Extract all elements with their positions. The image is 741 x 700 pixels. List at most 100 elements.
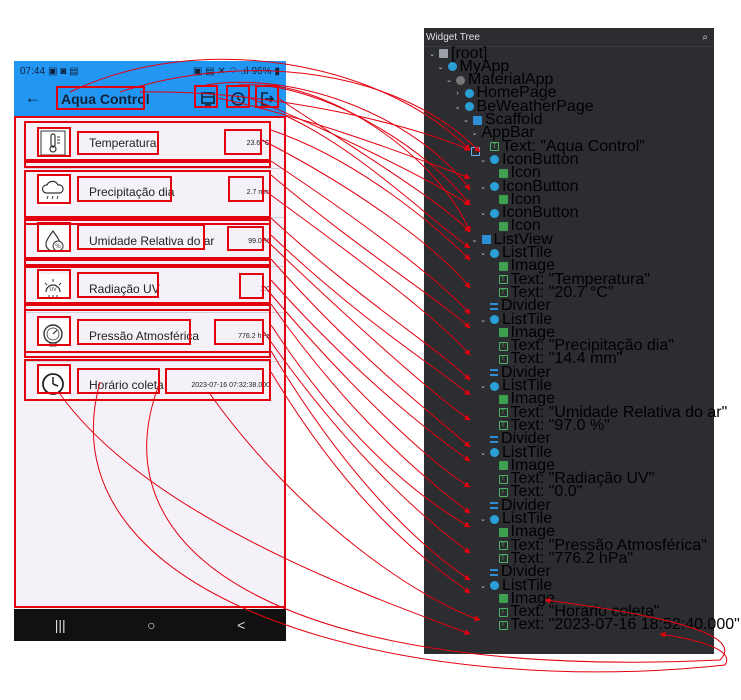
- tree-node-label: Text: "2023-07-16 18:52:40.000": [510, 616, 740, 634]
- battery-percent: 96%: [251, 65, 272, 77]
- dot-widget-icon: [490, 514, 499, 524]
- annotation-box-value: [224, 129, 262, 155]
- collapse-icon[interactable]: ⌄: [445, 76, 453, 84]
- collapse-icon[interactable]: ⌄: [479, 249, 487, 257]
- expand-icon[interactable]: ›: [454, 90, 462, 97]
- annotation-box-label: [77, 319, 191, 345]
- div-widget-icon: [490, 502, 498, 510]
- green-widget-icon: [498, 527, 508, 537]
- dot-widget-icon: [490, 448, 499, 457]
- status-left-icons: ▣ ◙ ▤: [48, 65, 79, 77]
- annotation-box-value: [165, 368, 264, 394]
- text-widget-icon: T: [498, 354, 508, 364]
- gear-widget-icon: [456, 75, 465, 85]
- green-widget-icon: [498, 195, 508, 205]
- status-time: 07:44: [20, 65, 46, 77]
- div-widget-icon: [490, 568, 498, 576]
- annotation-box-title: [56, 86, 145, 110]
- tree-node[interactable]: T Text: "2023-07-16 18:52:40.000": [488, 616, 740, 634]
- collapse-icon[interactable]: ⌄: [454, 103, 462, 111]
- collapse-icon[interactable]: ⌄: [479, 316, 487, 324]
- text-widget-icon: T: [498, 607, 508, 617]
- green-widget-icon: [498, 261, 508, 271]
- text-widget-icon: T: [498, 620, 508, 630]
- battery-icon: ▮: [274, 65, 280, 77]
- text-widget-icon: T: [498, 554, 508, 564]
- dot-widget-icon: [447, 62, 457, 72]
- annotation-box-value: [239, 273, 264, 299]
- dot-widget-icon: [490, 208, 499, 218]
- collapse-icon[interactable]: ⌄: [462, 116, 470, 124]
- annotation-box-value: [214, 319, 264, 345]
- div-widget-icon: [490, 302, 498, 310]
- collapse-icon[interactable]: ⌄: [479, 382, 487, 390]
- text-widget-icon: T: [498, 421, 508, 431]
- text-widget-icon: T: [498, 541, 508, 551]
- folder-widget-icon: [439, 49, 448, 58]
- green-widget-icon: [498, 461, 508, 471]
- annotation-box-divider: [24, 259, 271, 266]
- search-icon[interactable]: ⌕: [702, 32, 708, 43]
- green-widget-icon: [498, 168, 508, 178]
- text-widget-icon: T: [498, 288, 508, 298]
- widget-tree-title: Widget Tree: [426, 31, 480, 43]
- annotation-box-image: [37, 222, 71, 252]
- annotation-box-value: [228, 176, 264, 202]
- collapse-icon[interactable]: ⌄: [437, 63, 445, 71]
- dot-widget-icon: [490, 182, 499, 191]
- collapse-icon[interactable]: ⌄: [428, 50, 436, 58]
- status-bar: 07:44 ▣ ◙ ▤ ▣ ▤ ✕ ⌔ .ıl 96% ▮: [14, 61, 286, 81]
- recent-apps-button[interactable]: |||: [55, 617, 66, 633]
- annotation-box-button: [194, 85, 218, 108]
- text-widget-icon: T: [498, 474, 508, 484]
- annotation-box-image: [37, 127, 71, 157]
- text-widget-icon: T: [498, 275, 508, 285]
- dot-widget-icon: [464, 88, 474, 98]
- text-widget-icon: T: [498, 487, 508, 497]
- annotation-box-image: [37, 364, 71, 394]
- div-widget-icon: [490, 435, 498, 443]
- system-nav-bar: ||| ○ <: [14, 609, 286, 641]
- system-back-button[interactable]: <: [237, 617, 245, 633]
- green-widget-icon: [498, 394, 508, 404]
- annotation-box-button: [255, 85, 279, 108]
- text-widget-icon: T: [498, 408, 508, 418]
- annotation-box-label: [77, 272, 159, 298]
- collapse-icon[interactable]: ⌄: [479, 183, 487, 191]
- green-widget-icon: [498, 328, 508, 338]
- dot-widget-icon: [490, 581, 499, 590]
- green-widget-icon: [498, 221, 508, 231]
- col-widget-icon: [481, 235, 491, 245]
- dot-widget-icon: [490, 315, 499, 324]
- annotation-box-image: [37, 316, 71, 346]
- back-arrow-icon[interactable]: ←: [22, 87, 44, 109]
- status-right-icons: ▣ ▤ ✕ ⌔ .ıl: [192, 65, 249, 77]
- text-widget-icon: T: [490, 142, 499, 152]
- collapse-icon[interactable]: ⌄: [471, 129, 479, 137]
- collapse-icon[interactable]: ⌄: [479, 449, 487, 457]
- collapse-icon[interactable]: ⌄: [479, 156, 487, 164]
- col-widget-icon: [473, 115, 482, 125]
- annotation-box-value: [227, 226, 264, 251]
- annotation-box-label: [77, 176, 172, 202]
- annotation-box-image: [37, 174, 71, 204]
- annotation-box-label: [77, 224, 205, 250]
- annotation-box-label: [77, 368, 160, 394]
- div-widget-icon: [490, 369, 498, 377]
- annotation-box-button: [226, 85, 250, 108]
- home-button[interactable]: ○: [147, 617, 155, 633]
- dot-widget-icon: [464, 102, 474, 112]
- text-widget-icon: T: [498, 341, 508, 351]
- dot-widget-icon: [490, 248, 499, 258]
- annotation-box-divider: [24, 351, 271, 358]
- collapse-icon[interactable]: ⌄: [471, 236, 479, 244]
- dot-widget-icon: [490, 155, 499, 165]
- green-widget-icon: [498, 594, 508, 604]
- annotation-box-divider: [24, 161, 271, 168]
- annotation-box-image: [37, 269, 71, 299]
- collapse-icon[interactable]: ⌄: [479, 582, 487, 590]
- annotation-box-label: [77, 131, 159, 155]
- collapse-icon[interactable]: ⌄: [479, 515, 487, 523]
- collapse-icon[interactable]: ⌄: [479, 209, 487, 217]
- dot-widget-icon: [490, 381, 499, 391]
